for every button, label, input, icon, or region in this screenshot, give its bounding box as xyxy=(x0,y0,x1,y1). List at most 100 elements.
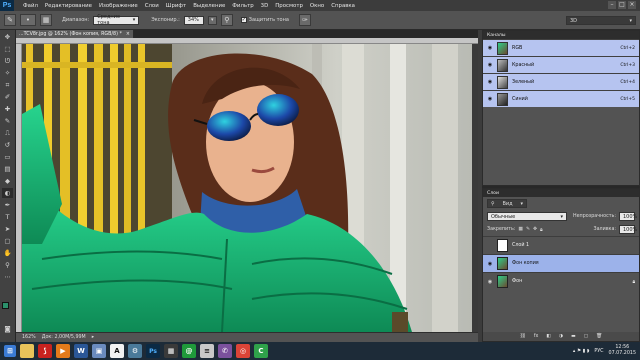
start-button-icon[interactable]: ⊞ xyxy=(4,345,16,357)
link-layers-icon[interactable]: ⛓ xyxy=(520,334,526,339)
pressure-icon[interactable]: ✑ xyxy=(298,14,311,26)
minimize-icon[interactable]: – xyxy=(608,1,616,9)
adjustment-layer-icon[interactable]: ◑ xyxy=(559,334,563,339)
eye-icon[interactable]: ◉ xyxy=(487,79,493,85)
layer-row[interactable]: Слой 1 xyxy=(483,236,639,254)
exposure-input[interactable]: 34% xyxy=(183,15,204,25)
delete-layer-icon[interactable]: 🗑︎ xyxy=(596,334,602,339)
fill-input[interactable]: 100% xyxy=(619,225,637,234)
viber-icon[interactable]: ✆ xyxy=(218,344,232,358)
add-mask-icon[interactable]: ◧ xyxy=(546,334,551,339)
eye-icon[interactable]: ◉ xyxy=(487,261,493,267)
menu-window[interactable]: Окно xyxy=(310,3,324,9)
notes-icon[interactable]: ≡ xyxy=(200,344,214,358)
adobe-reader-icon[interactable]: ⟆ xyxy=(38,344,52,358)
menu-3d[interactable]: 3D xyxy=(261,3,269,9)
zoom-level[interactable]: 162% xyxy=(22,335,36,340)
channels-panel-title[interactable]: Каналы xyxy=(487,33,505,38)
clone-stamp-tool-icon[interactable]: ⎍ xyxy=(2,128,13,138)
file-explorer-icon[interactable] xyxy=(20,344,34,358)
close-tab-icon[interactable]: × xyxy=(126,32,130,37)
menu-image[interactable]: Изображение xyxy=(99,3,138,9)
maximize-icon[interactable]: □ xyxy=(618,1,626,9)
channel-row-red[interactable]: ◉ Красный Ctrl+3 xyxy=(483,56,639,73)
hand-tool-icon[interactable]: ✋ xyxy=(2,248,13,258)
protect-tones-option[interactable]: ✓ Защитить тона xyxy=(240,17,289,23)
photoshop-taskbar-icon[interactable]: Ps xyxy=(146,344,160,358)
menu-view[interactable]: Просмотр xyxy=(275,3,303,9)
marquee-tool-icon[interactable]: ⬚ xyxy=(2,44,13,54)
camtasia-recorder-icon[interactable]: C xyxy=(254,344,268,358)
gradient-tool-icon[interactable]: ▤ xyxy=(2,164,13,174)
lock-pixels-icon[interactable]: ✎ xyxy=(526,227,530,232)
word-icon[interactable]: W xyxy=(74,344,88,358)
menu-edit[interactable]: Редактирование xyxy=(45,3,92,9)
history-brush-tool-icon[interactable]: ↺ xyxy=(2,140,13,150)
layers-panel-title[interactable]: Слои xyxy=(487,191,499,196)
typing-tutor-icon[interactable]: A xyxy=(110,344,124,358)
lock-all-icon[interactable]: 🔒︎ xyxy=(540,227,543,233)
layer-row[interactable]: ◉ Фон 🔒︎ xyxy=(483,272,639,290)
move-tool-icon[interactable]: ✥ xyxy=(2,32,13,42)
exposure-slider-icon[interactable]: ▾ xyxy=(207,15,217,25)
close-icon[interactable]: × xyxy=(628,1,636,9)
blend-mode-select[interactable]: Обычные ▾ xyxy=(487,212,567,221)
channel-row-green[interactable]: ◉ Зеленый Ctrl+4 xyxy=(483,73,639,90)
layer-style-icon[interactable]: fx xyxy=(534,334,539,339)
path-select-tool-icon[interactable]: ➤ xyxy=(2,224,13,234)
burn-tool-preset-icon[interactable]: ✎ xyxy=(4,14,16,26)
channel-row-rgb[interactable]: ◉ RGB Ctrl+2 xyxy=(483,39,639,56)
status-arrow-icon[interactable]: ▸ xyxy=(92,335,94,340)
settings-icon[interactable]: ⚙ xyxy=(128,344,142,358)
healing-brush-tool-icon[interactable]: ✚ xyxy=(2,104,13,114)
menu-filter[interactable]: Фильтр xyxy=(232,3,253,9)
brush-size-picker[interactable]: • xyxy=(20,14,36,26)
menu-help[interactable]: Справка xyxy=(331,3,355,9)
eye-icon[interactable]: ◉ xyxy=(487,62,493,68)
dots-icon[interactable]: ⋯ xyxy=(2,272,13,282)
workspace-select[interactable]: 3D ▾ xyxy=(566,16,636,25)
menu-select[interactable]: Выделение xyxy=(193,3,225,9)
opacity-input[interactable]: 100% xyxy=(619,212,637,221)
burn-tool-icon[interactable]: ◐ xyxy=(2,188,13,198)
foreground-color-swatch[interactable] xyxy=(2,302,9,309)
eraser-tool-icon[interactable]: ▭ xyxy=(2,152,13,162)
quick-mask-icon[interactable]: ◙ xyxy=(2,324,13,334)
document-tab[interactable]: ...TCV8r.jpg @ 162% (Фон копия, RGB/8) *… xyxy=(16,30,134,38)
quick-select-tool-icon[interactable]: ✧ xyxy=(2,68,13,78)
type-tool-icon[interactable]: T xyxy=(2,212,13,222)
lock-transparent-icon[interactable]: ▦ xyxy=(518,227,523,232)
airbrush-icon[interactable]: ⚲ xyxy=(220,14,233,26)
pen-tool-icon[interactable]: ✒ xyxy=(2,200,13,210)
protect-tones-checkbox[interactable]: ✓ xyxy=(240,17,247,23)
layer-kind-select[interactable]: ⚲ Вид ▾ xyxy=(487,199,527,208)
clock[interactable]: 12:56 07.07.2015 xyxy=(609,345,636,357)
lock-position-icon[interactable]: ✥ xyxy=(533,227,537,232)
shape-tool-icon[interactable]: ▢ xyxy=(2,236,13,246)
brush-panel-icon[interactable]: ▦ xyxy=(40,14,52,26)
picture-viewer-icon[interactable]: ▣ xyxy=(92,344,106,358)
range-select[interactable]: Средние тона ▾ xyxy=(93,14,140,26)
document-canvas[interactable] xyxy=(22,44,472,332)
calculator-icon[interactable]: ▦ xyxy=(164,344,178,358)
menu-file[interactable]: Файл xyxy=(23,3,38,9)
tray-icons[interactable]: ▴ ⚑ ▮ ◗ xyxy=(573,349,589,354)
chrome-icon[interactable]: ◎ xyxy=(236,344,250,358)
layer-row[interactable]: ◉ Фон копия xyxy=(483,254,639,272)
media-player-icon[interactable]: ▶ xyxy=(56,344,70,358)
eye-icon[interactable]: ◉ xyxy=(487,96,493,102)
eye-hidden-icon[interactable] xyxy=(487,243,493,249)
channel-row-blue[interactable]: ◉ Синий Ctrl+5 xyxy=(483,90,639,107)
camtasia-icon[interactable]: @ xyxy=(182,344,196,358)
language-indicator[interactable]: РУС xyxy=(594,349,603,354)
blur-tool-icon[interactable]: ◆ xyxy=(2,176,13,186)
new-layer-icon[interactable]: ▢ xyxy=(584,334,589,339)
eye-icon[interactable]: ◉ xyxy=(487,45,493,51)
lasso-tool-icon[interactable]: ᘎ xyxy=(2,56,13,66)
crop-tool-icon[interactable]: ⌗ xyxy=(2,80,13,90)
menu-type[interactable]: Шрифт xyxy=(166,3,186,9)
zoom-tool-icon[interactable]: ⚲ xyxy=(2,260,13,270)
new-group-icon[interactable]: ▬ xyxy=(571,334,576,339)
eyedropper-tool-icon[interactable]: ✐ xyxy=(2,92,13,102)
menu-layers[interactable]: Слои xyxy=(145,3,159,9)
